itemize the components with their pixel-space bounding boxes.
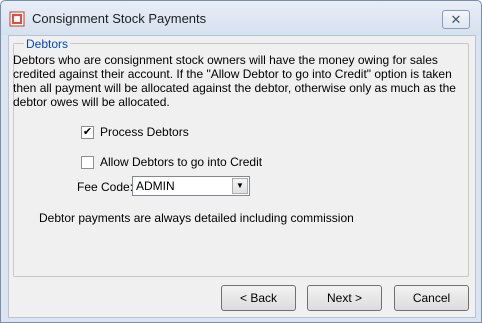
allow-credit-row[interactable]: Allow Debtors to go into Credit — [81, 155, 262, 169]
back-button[interactable]: < Back — [221, 285, 296, 311]
dialog-body: Debtors Debtors who are consignment stoc… — [8, 35, 476, 318]
fee-code-value: ADMIN — [136, 179, 175, 193]
allow-credit-checkbox[interactable] — [81, 155, 94, 169]
allow-credit-label: Allow Debtors to go into Credit — [100, 155, 263, 169]
next-button[interactable]: Next > — [307, 285, 382, 311]
group-title: Debtors — [24, 37, 71, 51]
title-bar[interactable]: Consignment Stock Payments ✕ — [1, 1, 481, 35]
fee-code-select[interactable]: ADMIN ▼ — [132, 176, 250, 196]
process-debtors-row[interactable]: ✔ Process Debtors — [81, 125, 189, 139]
check-icon: ✔ — [82, 125, 93, 138]
commission-note: Debtor payments are always detailed incl… — [39, 211, 354, 225]
process-debtors-label: Process Debtors — [100, 125, 189, 139]
description-text: Debtors who are consignment stock owners… — [13, 53, 456, 109]
app-icon — [9, 11, 25, 27]
window-title: Consignment Stock Payments — [32, 11, 207, 26]
cancel-button[interactable]: Cancel — [394, 285, 469, 311]
chevron-down-icon[interactable]: ▼ — [232, 178, 248, 194]
close-button[interactable]: ✕ — [442, 10, 470, 29]
process-debtors-checkbox[interactable]: ✔ — [81, 125, 94, 139]
fee-code-label: Fee Code: — [77, 180, 134, 194]
close-icon: ✕ — [450, 12, 462, 27]
dialog-window: Consignment Stock Payments ✕ Debtors Deb… — [0, 0, 482, 323]
